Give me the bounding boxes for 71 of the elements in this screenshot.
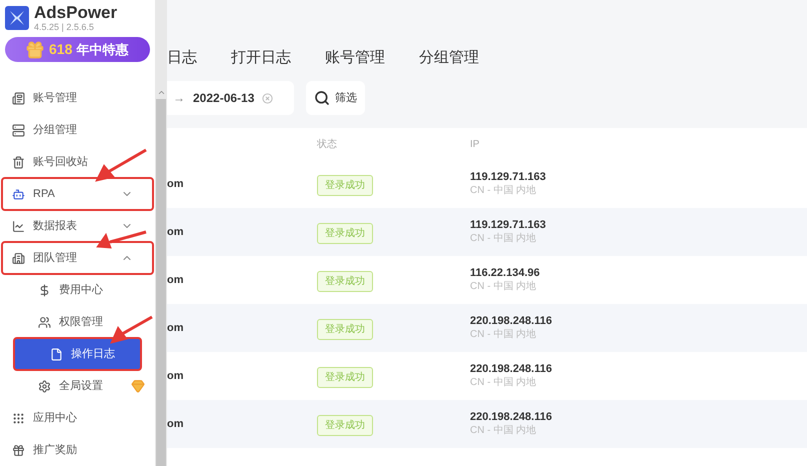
column-header: IP (470, 138, 480, 152)
filter-button[interactable]: 筛选 (306, 81, 365, 115)
robot-icon (12, 188, 25, 200)
file-icon (50, 348, 63, 360)
newspaper-icon (12, 92, 25, 104)
app-name: AdsPower (34, 4, 118, 21)
building-icon (12, 252, 25, 264)
table-cell-text: om (167, 272, 184, 288)
scrollbar[interactable] (155, 0, 167, 466)
server-icon (12, 124, 25, 136)
tab[interactable]: 打开日志 (231, 47, 291, 80)
annotation-arrow (95, 148, 147, 182)
nav-item[interactable]: 账号管理 (2, 82, 153, 114)
ip-address: 119.129.71.163 (470, 170, 547, 184)
trash-icon (12, 156, 25, 168)
annotation-arrow (110, 316, 153, 344)
table-cell-text: om (167, 176, 184, 192)
promo-banner[interactable]: 618 年中特惠 (5, 37, 150, 62)
promo-number: 618 (49, 40, 72, 59)
scroll-up-icon[interactable] (156, 88, 166, 97)
status-tag: 登录成功 (317, 175, 373, 196)
gift-icon (12, 444, 25, 456)
users-icon (38, 316, 51, 328)
ip-location: CN - 中国 内地 (470, 232, 538, 246)
logo-icon (5, 6, 29, 30)
nav-item[interactable]: 全局设置 (2, 370, 153, 402)
tab[interactable]: 分组管理 (419, 47, 479, 80)
chart-icon (12, 220, 25, 232)
ip-address: 116.22.134.96 (470, 266, 541, 280)
status-tag: 登录成功 (317, 319, 373, 340)
nav-item[interactable]: 团队管理 (2, 242, 153, 274)
app-version: 4.5.25 | 2.5.6.5 (34, 23, 95, 32)
nav-item[interactable]: 分组管理 (2, 114, 153, 146)
status-tag: 登录成功 (317, 223, 373, 244)
nav-item[interactable]: 数据报表 (2, 210, 153, 242)
column-header: 状态 (317, 138, 338, 152)
scrollbar-thumb[interactable] (156, 99, 166, 466)
table-cell-text: om (167, 416, 184, 432)
clear-icon[interactable] (262, 92, 274, 104)
tab[interactable]: 账号管理 (325, 47, 385, 80)
grid-icon (12, 412, 25, 424)
table-cell-text: om (167, 224, 184, 240)
gift-icon (25, 40, 45, 60)
ip-location: CN - 中国 内地 (470, 184, 538, 198)
ip-address: 220.198.248.116 (470, 362, 553, 376)
ip-address: 220.198.248.116 (470, 314, 553, 328)
nav-item[interactable]: 操作日志 (14, 338, 141, 370)
status-tag: 登录成功 (317, 415, 373, 436)
settings-icon (38, 380, 51, 392)
tab[interactable]: 日志 (167, 47, 197, 80)
ip-location: CN - 中国 内地 (470, 376, 538, 390)
nav-item[interactable]: 权限管理 (2, 306, 153, 338)
nav-item[interactable]: 推广奖励 (2, 434, 153, 466)
promo-label: 年中特惠 (76, 40, 128, 59)
search-icon (314, 90, 330, 106)
date-field[interactable]: → 2022-06-13 (167, 81, 294, 115)
ip-location: CN - 中国 内地 (470, 328, 538, 342)
ip-location: CN - 中国 内地 (470, 424, 538, 438)
nav-item[interactable]: RPA (2, 178, 153, 210)
nav-item[interactable]: 账号回收站 (2, 146, 153, 178)
annotation-arrow (96, 230, 146, 249)
ip-address: 119.129.71.163 (470, 218, 547, 232)
status-tag: 登录成功 (317, 367, 373, 388)
table-cell-text: om (167, 368, 184, 384)
dollar-icon (38, 284, 51, 296)
nav-item[interactable]: 应用中心 (2, 402, 153, 434)
status-tag: 登录成功 (317, 271, 373, 292)
ip-address: 220.198.248.116 (470, 410, 553, 424)
nav-item[interactable]: 费用中心 (2, 274, 153, 306)
ip-location: CN - 中国 内地 (470, 280, 538, 294)
table-cell-text: om (167, 320, 184, 336)
